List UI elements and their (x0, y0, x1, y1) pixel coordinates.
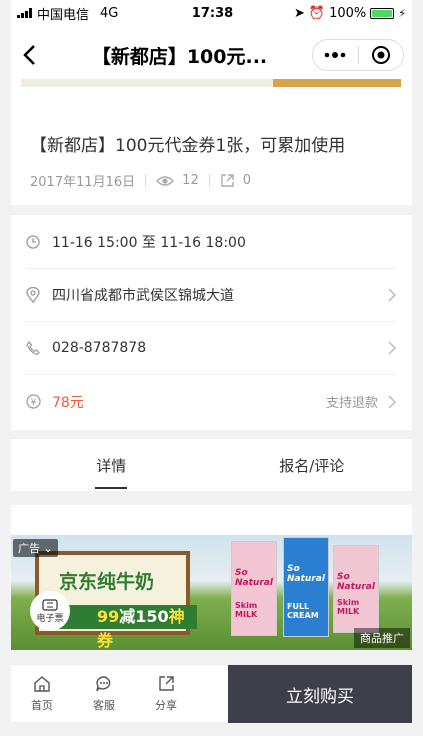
share-count: 0 (242, 173, 251, 188)
battery-percent: 100% (329, 5, 367, 21)
charging-icon: ⚡ (398, 6, 406, 20)
chevron-right-icon (382, 288, 396, 302)
details-content (11, 505, 412, 535)
battery-icon (370, 7, 395, 19)
clock-icon (26, 235, 52, 249)
location-pin-icon (26, 287, 52, 303)
phone-row[interactable]: 028-8787878 (26, 322, 396, 375)
time-range: 11-16 15:00 至 11-16 18:00 (52, 235, 246, 251)
ad-headline: 京东纯牛奶 (59, 571, 155, 593)
bottom-bar: 首页 客服 分享 立刻购买 (11, 664, 412, 723)
svg-text:¥: ¥ (31, 398, 37, 408)
share-icon (220, 173, 235, 188)
signal-icon (17, 8, 32, 18)
mini-program-capsule (312, 39, 404, 71)
more-button[interactable] (313, 40, 358, 70)
time-row: 11-16 15:00 至 11-16 18:00 (26, 216, 396, 269)
chevron-right-icon (382, 341, 396, 355)
share-icon (158, 675, 174, 691)
home-icon (34, 675, 50, 692)
tab-bar: 详情 报名/评论 (11, 439, 412, 491)
ad-banner[interactable]: 京东纯牛奶 99减150神券 广告 ⌄ 电子票 So Natural Skim M… (11, 535, 412, 650)
alarm-icon: ⏰ (308, 5, 326, 21)
buy-now-button[interactable]: 立刻购买 (228, 665, 412, 723)
milk-carton: So Natural FULL CREAM (283, 537, 329, 637)
carrier-label: 中国电信 (37, 7, 90, 23)
network-label: 4G (100, 5, 119, 21)
chevron-right-icon (382, 394, 396, 409)
page-title: 【新都店】100元... (91, 45, 268, 68)
close-mini-program-button[interactable] (359, 40, 404, 70)
price-row[interactable]: ¥ 78元 支持退款 (26, 375, 396, 428)
back-button[interactable] (11, 26, 47, 84)
eye-icon (156, 175, 175, 187)
target-icon (371, 46, 390, 64)
event-title: 【新都店】100元代金券1张，可累加使用 (30, 136, 346, 156)
address-row[interactable]: 四川省成都市武侯区锦城大道 (26, 269, 396, 322)
app-frame: 中国电信 4G 17:38 ➤ ⏰ 100% ⚡ 【新都店】100元... 【新… (11, 0, 412, 736)
yuan-icon: ¥ (26, 394, 52, 409)
tab-signup-comments[interactable]: 报名/评论 (212, 439, 413, 491)
milk-carton: So Natural Skim MILK (231, 541, 277, 636)
event-info: 11-16 15:00 至 11-16 18:00 四川省成都市武侯区锦城大道 … (11, 215, 412, 430)
cover-image-edge (11, 79, 412, 87)
promo-label: 商品推广 (354, 628, 410, 648)
back-arrow-icon (23, 45, 35, 65)
phone-icon (26, 341, 52, 355)
navigation-bar: 【新都店】100元... (11, 26, 412, 84)
ticket-icon (42, 598, 58, 611)
e-ticket-badge: 电子票 (30, 591, 70, 631)
milk-carton: So Natural Skim MILK (333, 545, 379, 633)
chat-icon (96, 675, 111, 691)
home-button[interactable]: 首页 (11, 665, 73, 722)
customer-service-button[interactable]: 客服 (73, 665, 135, 722)
status-bar: 中国电信 4G 17:38 ➤ ⏰ 100% ⚡ (11, 0, 412, 26)
location-icon: ➤ (294, 5, 305, 21)
clock: 17:38 (191, 5, 234, 21)
more-dots-icon (324, 52, 346, 58)
ad-tag: 广告 ⌄ (13, 539, 58, 557)
address: 四川省成都市武侯区锦城大道 (52, 288, 234, 304)
view-count: 12 (182, 173, 199, 188)
refund-label: 支持退款 (325, 396, 378, 411)
event-meta: 2017年11月16日 12 0 (30, 171, 251, 190)
share-button[interactable]: 分享 (135, 665, 197, 722)
event-date: 2017年11月16日 (30, 175, 136, 190)
event-header: 【新都店】100元代金券1张，可累加使用 2017年11月16日 12 0 (11, 87, 412, 205)
price: 78元 (52, 394, 84, 411)
phone-number: 028-8787878 (52, 340, 147, 356)
tab-details[interactable]: 详情 (11, 439, 212, 491)
